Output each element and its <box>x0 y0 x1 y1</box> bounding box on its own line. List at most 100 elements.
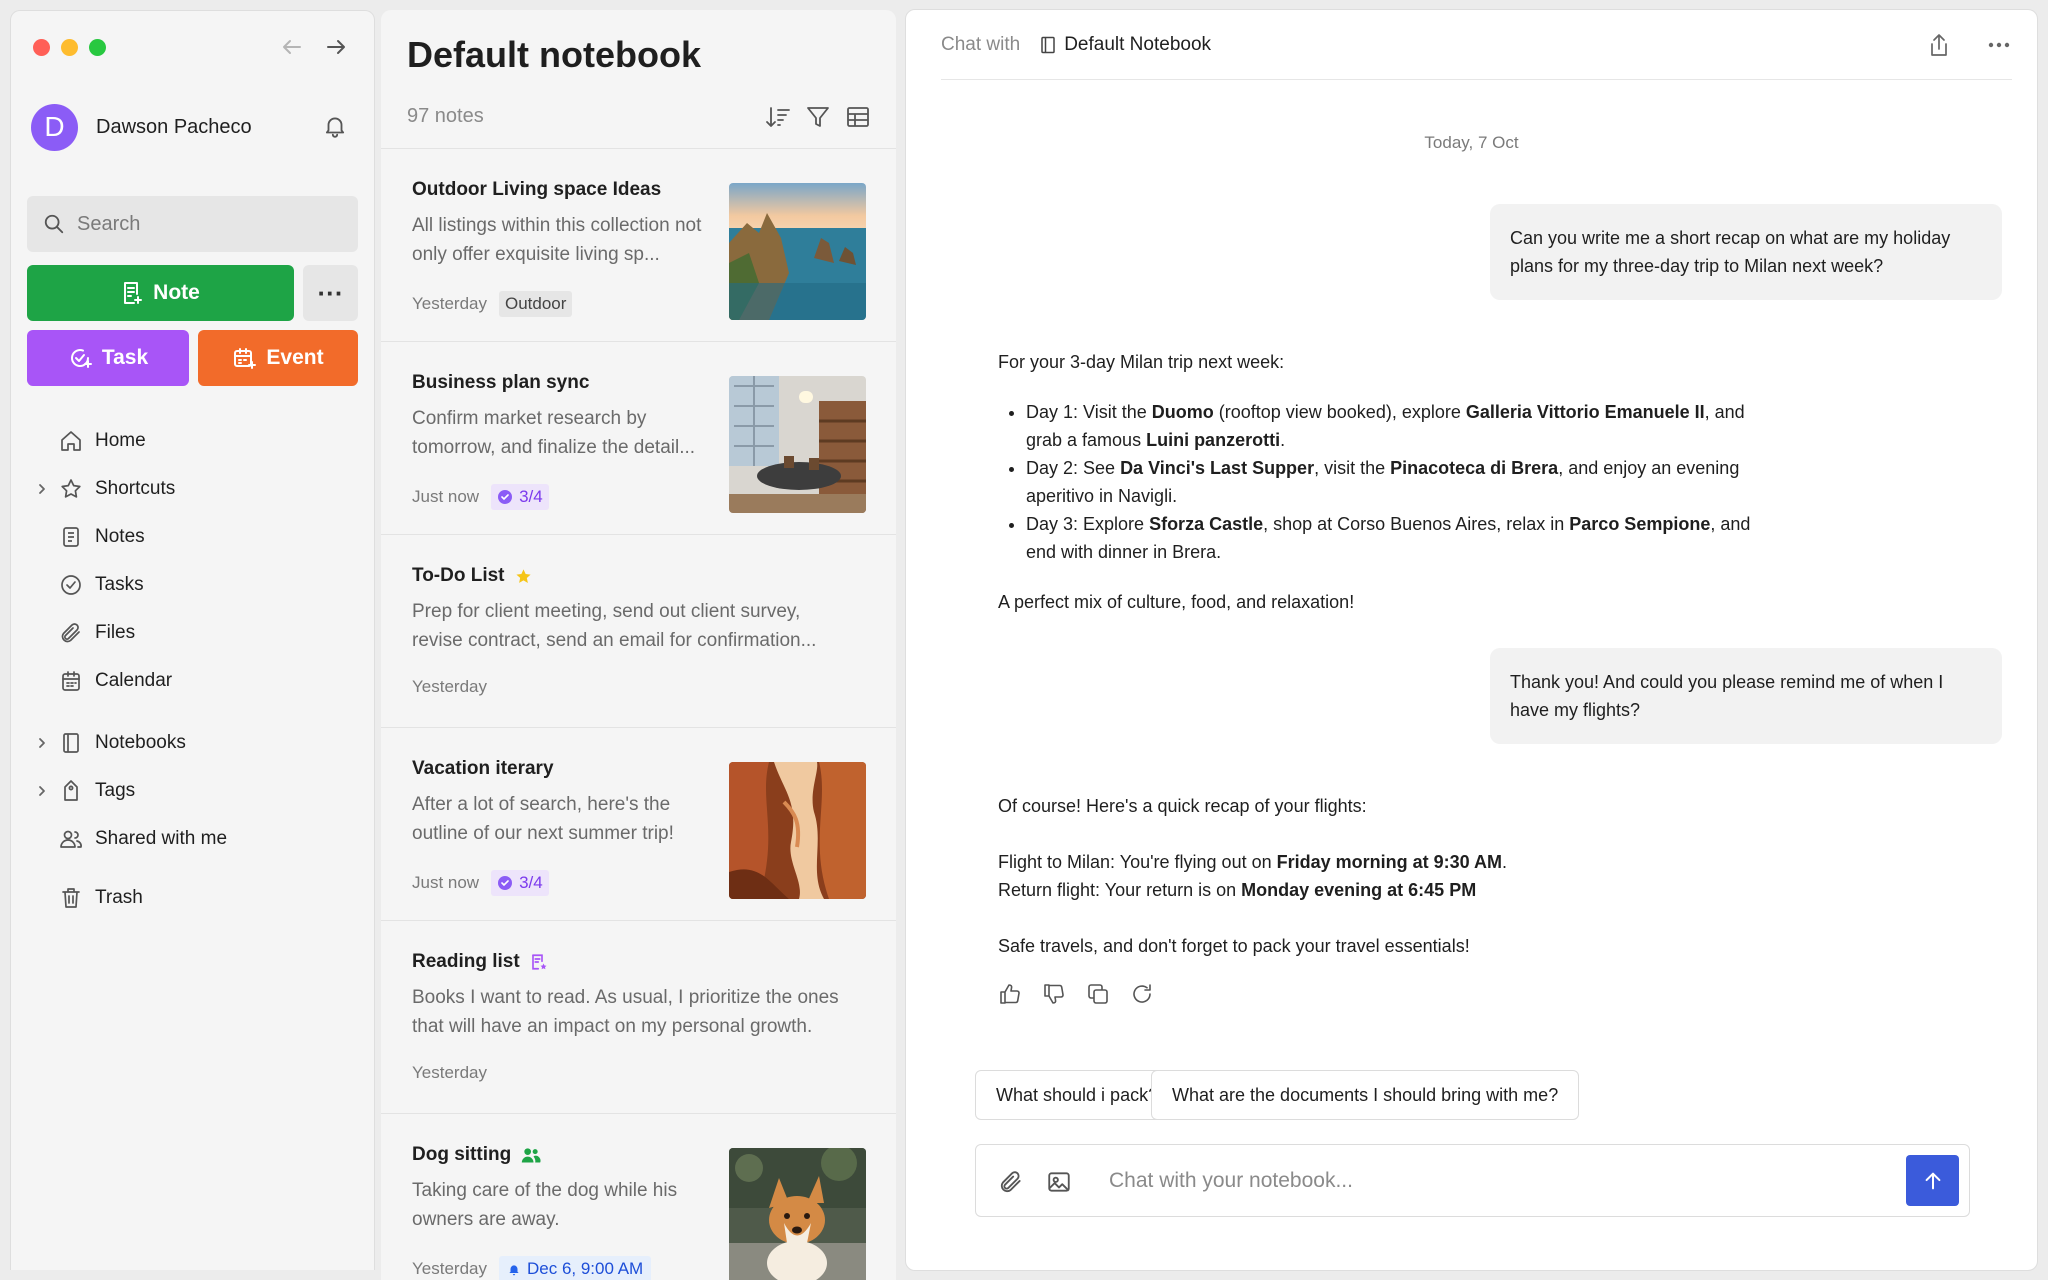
image-icon[interactable] <box>1046 1169 1072 1195</box>
note-snippet: Taking care of the dog while his owners … <box>412 1180 678 1230</box>
more-create-button[interactable]: ··· <box>303 265 358 321</box>
note-title: Reading list <box>412 951 548 973</box>
view-grid-icon[interactable] <box>845 104 871 130</box>
note-title: Vacation iterary <box>412 758 554 780</box>
sidebar-item-label: Tasks <box>95 574 144 595</box>
note-tag[interactable]: Outdoor <box>498 291 573 317</box>
reply-outro: Safe travels, and don't forget to pack y… <box>998 936 1470 956</box>
suggestion-chip[interactable]: What are the documents I should bring wi… <box>1151 1070 1580 1120</box>
note-thumbnail-canyon <box>729 762 866 899</box>
more-horizontal-icon[interactable] <box>1986 32 2012 58</box>
check-circle-icon <box>498 876 513 890</box>
back-arrow-icon[interactable] <box>280 35 304 59</box>
note-title: Outdoor Living space Ideas <box>412 179 661 201</box>
note-meta: Yesterday <box>412 677 487 697</box>
sidebar-item-notes[interactable]: Notes <box>11 517 374 557</box>
note-snippet: All listings within this collection not … <box>412 215 702 265</box>
bell-filled-icon <box>509 1264 519 1275</box>
new-note-button[interactable]: Note <box>27 265 294 321</box>
bell-icon[interactable] <box>322 113 348 139</box>
task-icon <box>61 575 81 595</box>
chat-panel: Chat with Default Notebook Today, 7 Oct … <box>905 9 2038 1271</box>
new-event-button[interactable]: Event <box>198 330 358 386</box>
note-snippet: Books I want to read. As usual, I priori… <box>412 987 839 1037</box>
search-box[interactable] <box>27 196 358 252</box>
sidebar-item-tasks[interactable]: Tasks <box>11 565 374 605</box>
note-card[interactable]: Business plan sync Confirm market resear… <box>381 341 896 534</box>
user-profile[interactable]: D Dawson Pacheco <box>31 103 354 151</box>
attachment-icon[interactable] <box>998 1169 1024 1195</box>
chat-input[interactable] <box>1109 1161 1889 1201</box>
note-thumbnail-dog <box>729 1148 866 1280</box>
new-task-label: Task <box>101 346 149 369</box>
note-meta: Yesterday Outdoor <box>412 291 573 317</box>
note-count: 97 notes <box>407 105 484 127</box>
chat-with-label: Chat with <box>941 33 1021 55</box>
sort-icon[interactable] <box>765 104 791 130</box>
sidebar-item-shared[interactable]: Shared with me <box>11 819 374 859</box>
regenerate-icon[interactable] <box>1130 982 1154 1006</box>
itinerary-day-1: Day 1: Visit the Duomo (rooftop view boo… <box>1026 398 1778 454</box>
send-button[interactable] <box>1906 1155 1959 1206</box>
sidebar-item-label: Calendar <box>95 670 173 691</box>
calendar-icon <box>62 671 80 691</box>
note-icon <box>63 527 79 547</box>
new-task-button[interactable]: Task <box>27 330 189 386</box>
reply-outro: A perfect mix of culture, food, and rela… <box>998 592 1355 612</box>
reminder-text: Dec 6, 9:00 AM <box>526 1259 644 1278</box>
reply-intro: Of course! Here's a quick recap of your … <box>998 796 1367 816</box>
new-note-label: Note <box>153 281 200 304</box>
maximize-window-button[interactable] <box>89 39 106 56</box>
note-meta: Yesterday <box>412 1063 487 1083</box>
note-title-text: Business plan sync <box>412 372 590 393</box>
minimize-window-button[interactable] <box>61 39 78 56</box>
copy-icon[interactable] <box>1086 982 1110 1006</box>
note-title-text: To-Do List <box>412 565 505 586</box>
search-icon <box>44 214 64 234</box>
sidebar-item-files[interactable]: Files <box>11 613 374 653</box>
note-card[interactable]: To-Do List Prep for client meeting, send… <box>381 534 896 727</box>
chevron-right-icon[interactable] <box>35 736 49 750</box>
note-card[interactable]: Dog sitting Taking care of the dog while… <box>381 1113 896 1280</box>
reminder-badge: Dec 6, 9:00 AM <box>498 1256 652 1280</box>
sidebar-item-home[interactable]: Home <box>11 421 374 461</box>
note-snippet: Prep for client meeting, send out client… <box>412 601 817 651</box>
assistant-message: For your 3-day Milan trip next week: Day… <box>998 348 1778 616</box>
sidebar-item-label: Files <box>95 622 136 643</box>
message-actions <box>998 982 1154 1006</box>
search-input[interactable] <box>77 212 337 236</box>
chevron-right-icon[interactable] <box>35 784 49 798</box>
thumbs-down-icon[interactable] <box>1042 982 1066 1006</box>
notebook-icon <box>63 733 79 753</box>
note-snippet: After a lot of search, here's the outlin… <box>412 794 674 844</box>
chat-notebook-name[interactable]: Default Notebook <box>1064 34 1211 56</box>
share-icon[interactable] <box>1926 32 1952 58</box>
note-card[interactable]: Vacation iterary After a lot of search, … <box>381 727 896 920</box>
note-time: Just now <box>412 873 480 892</box>
sidebar-item-shortcuts[interactable]: Shortcuts <box>11 469 374 509</box>
note-time: Yesterday <box>412 1259 487 1278</box>
thumbs-up-icon[interactable] <box>998 982 1022 1006</box>
task-progress-text: 3/4 <box>519 487 543 506</box>
note-card[interactable]: Outdoor Living space Ideas All listings … <box>381 148 896 341</box>
date-separator: Today, 7 Oct <box>1424 133 1519 152</box>
close-window-button[interactable] <box>33 39 50 56</box>
page-title: Default notebook <box>407 34 701 75</box>
suggestion-chip[interactable]: What should i pack? <box>975 1070 1180 1120</box>
sidebar-item-trash[interactable]: Trash <box>11 878 374 918</box>
note-thumbnail-office <box>729 376 866 513</box>
sidebar-item-tags[interactable]: Tags <box>11 771 374 811</box>
sidebar-item-calendar[interactable]: Calendar <box>11 661 374 701</box>
note-meta: Just now 3/4 <box>412 870 549 896</box>
user-message: Can you write me a short recap on what a… <box>1490 204 2002 300</box>
forward-arrow-icon[interactable] <box>324 35 348 59</box>
chat-composer <box>975 1144 1970 1217</box>
sidebar-item-label: Tags <box>95 780 136 801</box>
filter-icon[interactable] <box>805 104 831 130</box>
flight-out: Flight to Milan: You're flying out on Fr… <box>998 852 1507 872</box>
chevron-right-icon[interactable] <box>35 482 49 496</box>
note-title: To-Do List <box>412 565 532 587</box>
sidebar-item-label: Shortcuts <box>95 478 176 499</box>
note-card[interactable]: Reading list Books I want to read. As us… <box>381 920 896 1113</box>
sidebar-item-notebooks[interactable]: Notebooks <box>11 723 374 763</box>
